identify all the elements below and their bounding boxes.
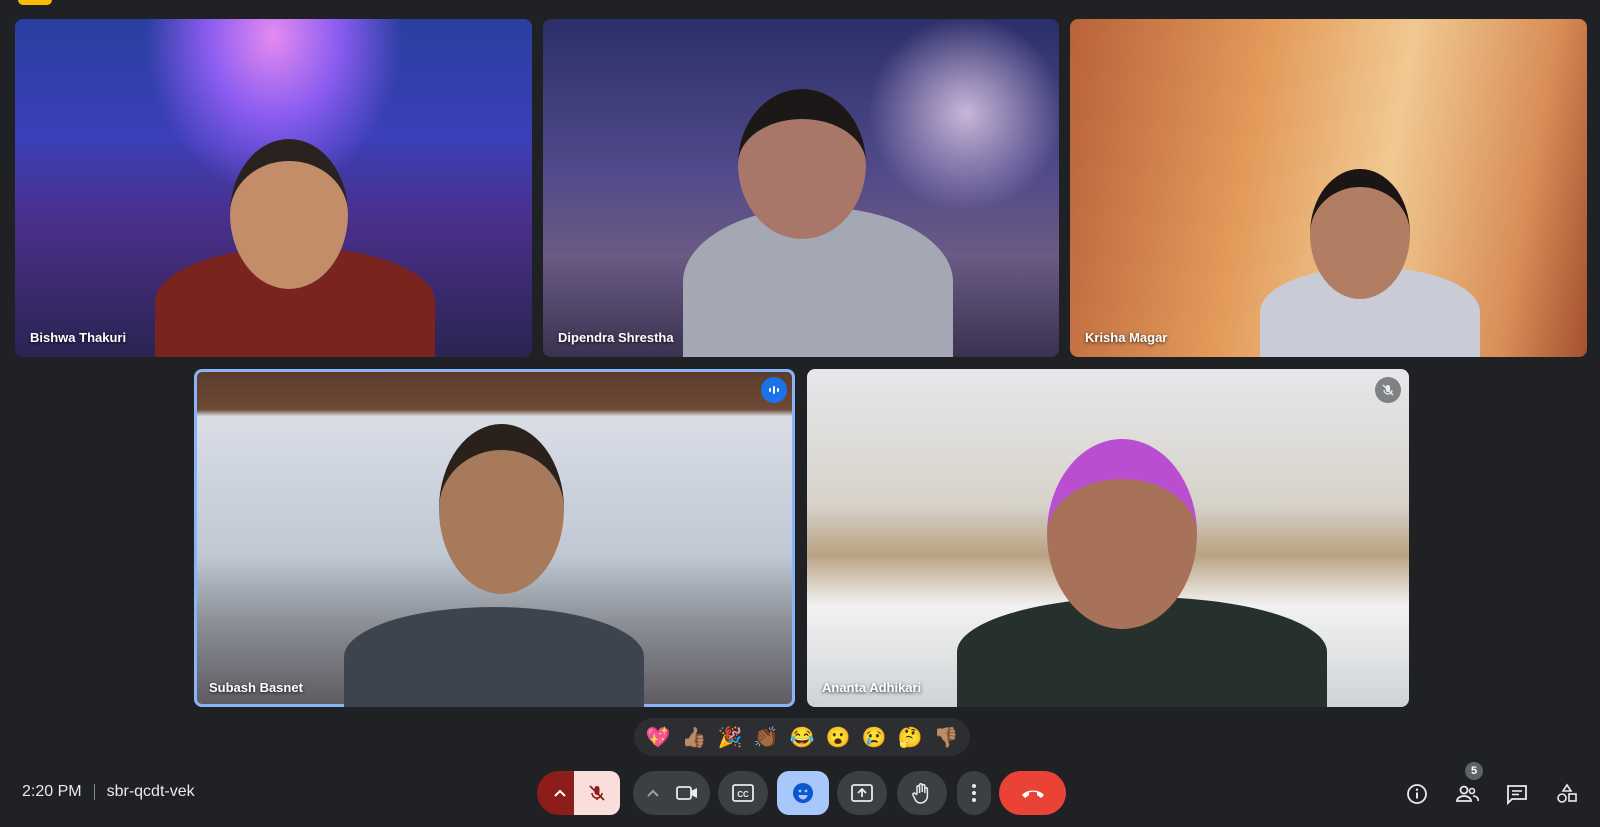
participant-video: [344, 607, 644, 707]
raise-hand-button[interactable]: [897, 771, 947, 815]
present-screen-button[interactable]: [837, 771, 887, 815]
reaction-clap[interactable]: 👏🏾: [750, 725, 782, 750]
participant-tile-subash[interactable]: Subash Basnet: [194, 369, 795, 707]
participant-name: Bishwa Thakuri: [30, 330, 127, 345]
clock-time: 2:20 PM: [22, 783, 82, 800]
info-icon: [1407, 784, 1427, 804]
participant-name: Subash Basnet: [209, 680, 303, 695]
reaction-party[interactable]: 🎉: [714, 725, 746, 750]
meeting-stage: Bishwa Thakuri Dipendra Shrestha Krisha …: [0, 0, 1600, 827]
mic-toggle-button[interactable]: [574, 771, 620, 815]
people-icon: [1456, 785, 1479, 802]
muted-mic-icon: [1375, 377, 1401, 403]
activities-button[interactable]: [1546, 776, 1588, 812]
meeting-details-button[interactable]: [1396, 776, 1438, 812]
participant-name: Dipendra Shrestha: [558, 330, 674, 345]
captions-icon: CC: [732, 784, 754, 802]
end-call-icon: [1021, 790, 1044, 798]
emoji-reactions-button[interactable]: [777, 771, 829, 815]
more-options-button[interactable]: [957, 771, 991, 815]
speaking-indicator-icon: [761, 377, 787, 403]
svg-text:CC: CC: [737, 790, 749, 799]
people-count-badge: 5: [1465, 762, 1483, 780]
participant-face: [1310, 169, 1410, 299]
reaction-thumbs-up[interactable]: 👍🏽: [678, 725, 710, 750]
participant-name: Krisha Magar: [1085, 330, 1168, 345]
participant-face: [439, 424, 564, 594]
participant-tile-dipendra[interactable]: Dipendra Shrestha: [543, 19, 1059, 357]
captions-button[interactable]: CC: [718, 771, 768, 815]
chat-icon: [1507, 785, 1527, 805]
reactions-bar: 💖 👍🏽 🎉 👏🏾 😂 😮 😢 🤔 👎🏽: [634, 718, 970, 756]
meeting-info: 2:20 PM sbr-qcdt-vek: [22, 783, 195, 801]
participant-tile-krisha[interactable]: Krisha Magar: [1070, 19, 1587, 357]
more-options-icon: [972, 784, 976, 802]
people-button[interactable]: 5: [1446, 762, 1488, 812]
participant-name: Ananta Adhikari: [822, 680, 922, 695]
participant-tile-ananta[interactable]: Ananta Adhikari: [807, 369, 1409, 707]
reaction-surprised[interactable]: 😮: [822, 725, 854, 750]
side-panel-controls: 5: [1396, 762, 1588, 812]
emoji-icon: [793, 783, 813, 803]
raise-hand-icon: [912, 783, 929, 804]
activities-icon: [1557, 783, 1577, 803]
end-call-button[interactable]: [999, 771, 1066, 815]
reaction-laugh[interactable]: 😂: [786, 725, 818, 750]
reaction-thinking[interactable]: 🤔: [894, 725, 926, 750]
reaction-heart[interactable]: 💖: [642, 725, 674, 750]
divider: [93, 784, 95, 800]
meeting-code: sbr-qcdt-vek: [106, 783, 195, 800]
recording-indicator: [18, 0, 52, 5]
reaction-thumbs-down[interactable]: 👎🏽: [930, 725, 962, 750]
camera-toggle-button[interactable]: [664, 771, 710, 815]
camera-icon: [676, 786, 697, 800]
participant-face: [1047, 439, 1197, 629]
mic-off-icon: [589, 785, 605, 801]
reaction-sad[interactable]: 😢: [858, 725, 890, 750]
participant-face: [230, 139, 348, 289]
participant-face: [738, 89, 866, 239]
participant-tile-bishwa[interactable]: Bishwa Thakuri: [15, 19, 532, 357]
chat-button[interactable]: [1496, 776, 1538, 812]
present-icon: [851, 784, 873, 802]
